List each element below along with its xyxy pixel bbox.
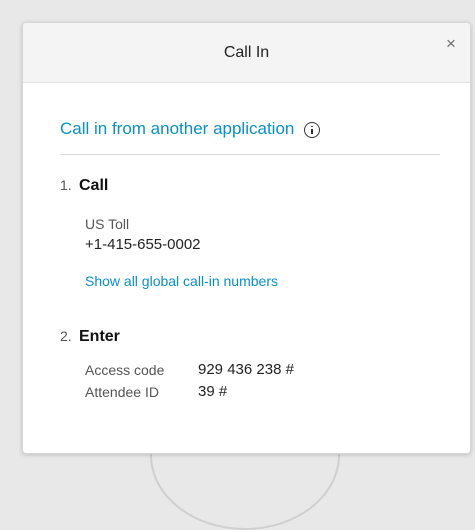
access-code-label: Access code	[85, 362, 165, 378]
toll-label: US Toll	[85, 216, 130, 232]
dialog-header: Call In ×	[23, 23, 470, 83]
divider	[60, 154, 440, 155]
section-heading-text: Call in from another application	[60, 119, 295, 138]
step-call: 1. Call	[60, 177, 108, 195]
attendee-id-value: 39 #	[198, 383, 228, 400]
info-icon[interactable]	[304, 122, 321, 138]
phone-number: +1-415-655-0002	[85, 236, 201, 253]
show-global-numbers-link[interactable]: Show all global call-in numbers	[85, 273, 278, 289]
step-number: 2.	[60, 328, 72, 344]
step-title: Enter	[79, 328, 120, 345]
close-button[interactable]: ×	[442, 35, 460, 53]
call-in-dialog: Call In × Call in from another applicati…	[22, 22, 471, 454]
section-heading: Call in from another application	[60, 119, 321, 139]
step-title: Call	[79, 177, 109, 194]
step-number: 1.	[60, 177, 72, 193]
attendee-id-label: Attendee ID	[85, 384, 159, 400]
access-code-value: 929 436 238 #	[198, 361, 294, 378]
dialog-title: Call In	[223, 44, 270, 61]
step-enter: 2. Enter	[60, 328, 120, 346]
